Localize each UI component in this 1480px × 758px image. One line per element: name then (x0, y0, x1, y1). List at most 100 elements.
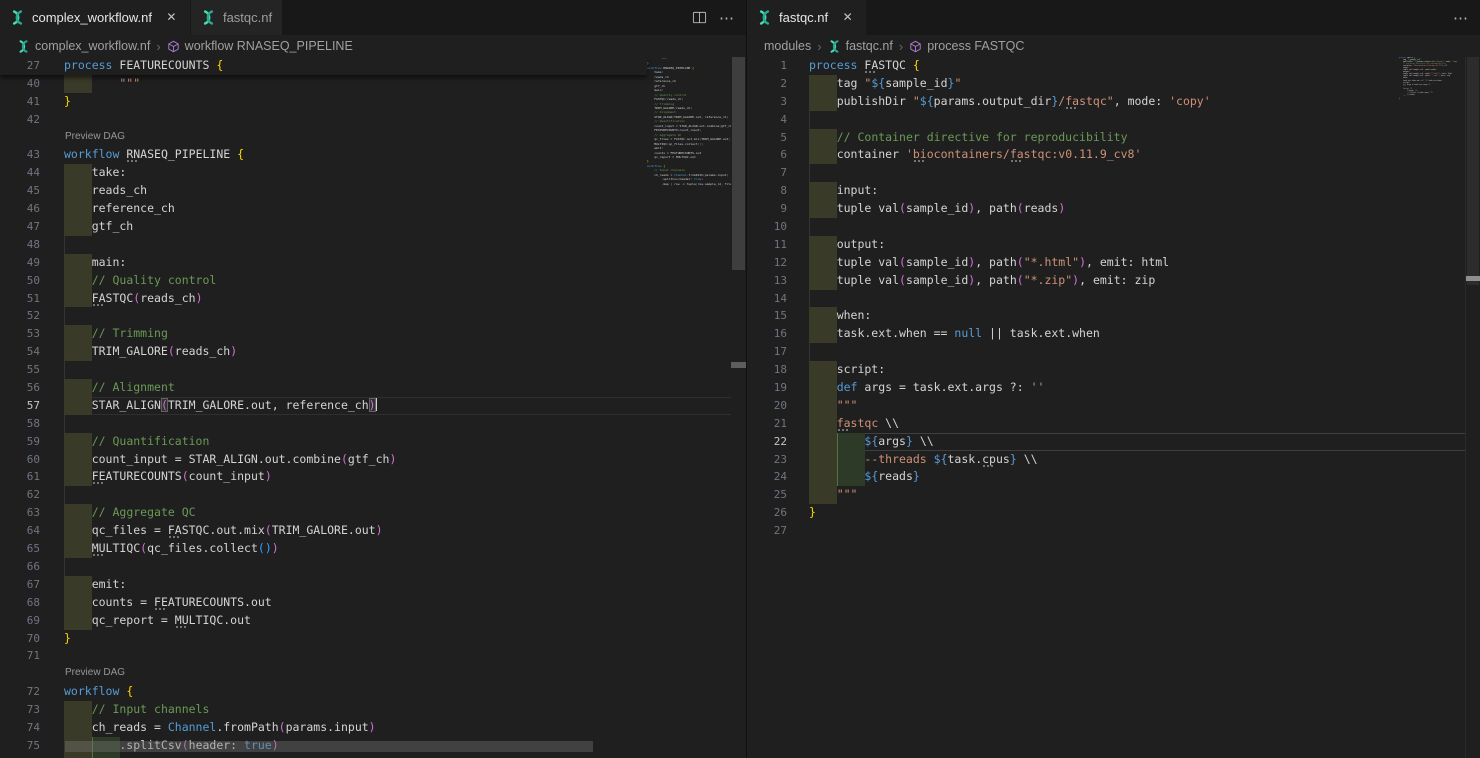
editor-group-left: complex_workflow.nf ✕ fastqc.nf ⋯ (0, 0, 747, 758)
code-line[interactable]: 57 STAR_ALIGN(TRIM_GALORE.out, reference… (0, 397, 731, 415)
split-editor-icon[interactable] (692, 10, 707, 25)
code-line[interactable]: 22 ${args} \\ (747, 433, 1465, 451)
code-line[interactable]: 55 (0, 361, 731, 379)
vertical-scrollbar[interactable] (731, 57, 746, 758)
code-line[interactable]: 14 (747, 290, 1465, 308)
code-line[interactable]: 10 (747, 218, 1465, 236)
code-line[interactable]: 65 MULTIQC(qc_files.collect()) (0, 540, 731, 558)
code-line[interactable]: 64 qc_files = FASTQC.out.mix(TRIM_GALORE… (0, 522, 731, 540)
close-icon[interactable]: ✕ (163, 9, 180, 26)
code-line[interactable]: 11 output: (747, 236, 1465, 254)
code-line[interactable]: 5 // Container directive for reproducibi… (747, 129, 1465, 147)
code-line[interactable]: 27 (747, 522, 1465, 540)
code-line[interactable]: 41} (0, 93, 731, 111)
code-line[interactable]: 42 (0, 111, 731, 129)
code-line[interactable]: 54 TRIM_GALORE(reads_ch) (0, 343, 731, 361)
horizontal-scrollbar[interactable] (0, 741, 731, 752)
breadcrumb-symbol[interactable]: workflow RNASEQ_PIPELINE (167, 39, 353, 53)
code-line[interactable]: 44 take: (0, 164, 731, 182)
code-line[interactable]: 67 emit: (0, 576, 731, 594)
code-line[interactable]: 60 count_input = STAR_ALIGN.out.combine(… (0, 451, 731, 469)
code-line[interactable]: 21 fastqc \\ (747, 415, 1465, 433)
line-number: 20 (747, 397, 787, 415)
code-line[interactable]: 56 // Alignment (0, 379, 731, 397)
sticky-scroll[interactable]: 27process FEATURECOUNTS { (0, 57, 647, 75)
breadcrumb-folder[interactable]: modules (764, 39, 811, 53)
code-line[interactable]: 17 (747, 343, 1465, 361)
line-number: 1 (747, 57, 787, 75)
scrollbar-slider[interactable] (65, 741, 593, 752)
code-line[interactable]: 2 tag "${sample_id}" (747, 75, 1465, 93)
codelens-row[interactable]: Preview DAG (0, 129, 731, 147)
code-line[interactable]: 19 def args = task.ext.args ?: '' (747, 379, 1465, 397)
code-line[interactable]: 51 FASTQC(reads_ch) (0, 290, 731, 308)
code-line[interactable]: 15 when: (747, 307, 1465, 325)
code-line[interactable]: 43workflow RNASEQ_PIPELINE { (0, 146, 731, 164)
code-line[interactable]: 72workflow { (0, 683, 731, 701)
codelens-link[interactable]: Preview DAG (65, 128, 125, 147)
code-line[interactable]: 25 """ (747, 486, 1465, 504)
codelens-row[interactable]: Preview DAG (0, 665, 731, 683)
code-line[interactable]: 63 // Aggregate QC (0, 504, 731, 522)
code-line[interactable]: 47 gtf_ch (0, 218, 731, 236)
code-line[interactable]: 13 tuple val(sample_id), path("*.zip"), … (747, 272, 1465, 290)
tab-fastqc[interactable]: fastqc.nf (191, 0, 283, 35)
code-line[interactable]: 52 (0, 307, 731, 325)
code-line[interactable]: 24 ${reads} (747, 468, 1465, 486)
more-actions-icon[interactable]: ⋯ (1453, 9, 1468, 27)
code-line[interactable]: 70} (0, 630, 731, 648)
code-line[interactable]: 6 container 'biocontainers/fastqc:v0.11.… (747, 146, 1465, 164)
minimap[interactable]: process FASTQC { tag "${sample_id}" publ… (1399, 57, 1465, 115)
code-line[interactable]: 40 """ (0, 75, 731, 93)
code-line[interactable]: 48 (0, 236, 731, 254)
code-line[interactable]: 8 input: (747, 182, 1465, 200)
code-editor-right[interactable]: 1process FASTQC {2 tag "${sample_id}"3 p… (747, 57, 1480, 758)
code-line[interactable]: 61 FEATURECOUNTS(count_input) (0, 468, 731, 486)
code-line[interactable]: 59 // Quantification (0, 433, 731, 451)
more-actions-icon[interactable]: ⋯ (719, 9, 734, 27)
code-line[interactable]: 45 reads_ch (0, 182, 731, 200)
code-line[interactable]: 53 // Trimming (0, 325, 731, 343)
code-line[interactable]: 16 task.ext.when == null || task.ext.whe… (747, 325, 1465, 343)
code-line[interactable]: 68 counts = FEATURECOUNTS.out (0, 594, 731, 612)
breadcrumb-symbol[interactable]: process FASTQC (909, 39, 1024, 53)
code-line[interactable]: 74 ch_reads = Channel.fromPath(params.in… (0, 719, 731, 737)
code-line[interactable]: 20 """ (747, 397, 1465, 415)
code-line[interactable]: 12 tuple val(sample_id), path("*.html"),… (747, 254, 1465, 272)
scrollbar-slider[interactable] (1467, 57, 1479, 285)
code-line[interactable]: 50 // Quality control (0, 272, 731, 290)
code-line[interactable]: 1process FASTQC { (747, 57, 1465, 75)
scrollbar-slider[interactable] (732, 57, 745, 270)
minimap[interactable]: """}workflow RNASEQ_PIPELINE { take: rea… (647, 57, 731, 249)
code-line[interactable]: 69 qc_report = MULTIQC.out (0, 612, 731, 630)
line-number: 13 (747, 272, 787, 290)
close-icon[interactable]: ✕ (839, 9, 856, 26)
code-editor-left[interactable]: 40 """41}42Preview DAG43workflow RNASEQ_… (0, 57, 746, 758)
tab-complex-workflow[interactable]: complex_workflow.nf ✕ (0, 0, 191, 35)
code-line[interactable]: 26} (747, 504, 1465, 522)
vertical-scrollbar[interactable] (1465, 57, 1480, 758)
code-line[interactable]: 23 --threads ${task.cpus} \\ (747, 451, 1465, 469)
code-line[interactable]: 71 (0, 647, 731, 665)
code-text: ${reads} (809, 468, 920, 486)
code-line[interactable]: 3 publishDir "${params.output_dir}/fastq… (747, 93, 1465, 111)
code-line[interactable]: 46 reference_ch (0, 200, 731, 218)
code-text: take: (64, 164, 126, 182)
code-line[interactable]: 4 (747, 111, 1465, 129)
line-number: 23 (747, 451, 787, 469)
code-line[interactable]: 9 tuple val(sample_id), path(reads) (747, 200, 1465, 218)
breadcrumb-file[interactable]: complex_workflow.nf (17, 39, 150, 53)
codelens-link[interactable]: Preview DAG (65, 664, 125, 683)
tab-fastqc-right[interactable]: fastqc.nf ✕ (747, 0, 867, 35)
breadcrumb-file[interactable]: fastqc.nf (828, 39, 893, 53)
nextflow-icon (17, 40, 30, 53)
code-line[interactable]: 27process FEATURECOUNTS { (0, 57, 647, 75)
code-line[interactable]: 66 (0, 558, 731, 576)
code-line[interactable]: 73 // Input channels (0, 701, 731, 719)
code-line[interactable]: 7 (747, 164, 1465, 182)
code-line[interactable]: 18 script: (747, 361, 1465, 379)
code-line[interactable]: 62 (0, 486, 731, 504)
code-line[interactable]: 49 main: (0, 254, 731, 272)
code-text: reads_ch (64, 182, 147, 200)
code-line[interactable]: 58 (0, 415, 731, 433)
